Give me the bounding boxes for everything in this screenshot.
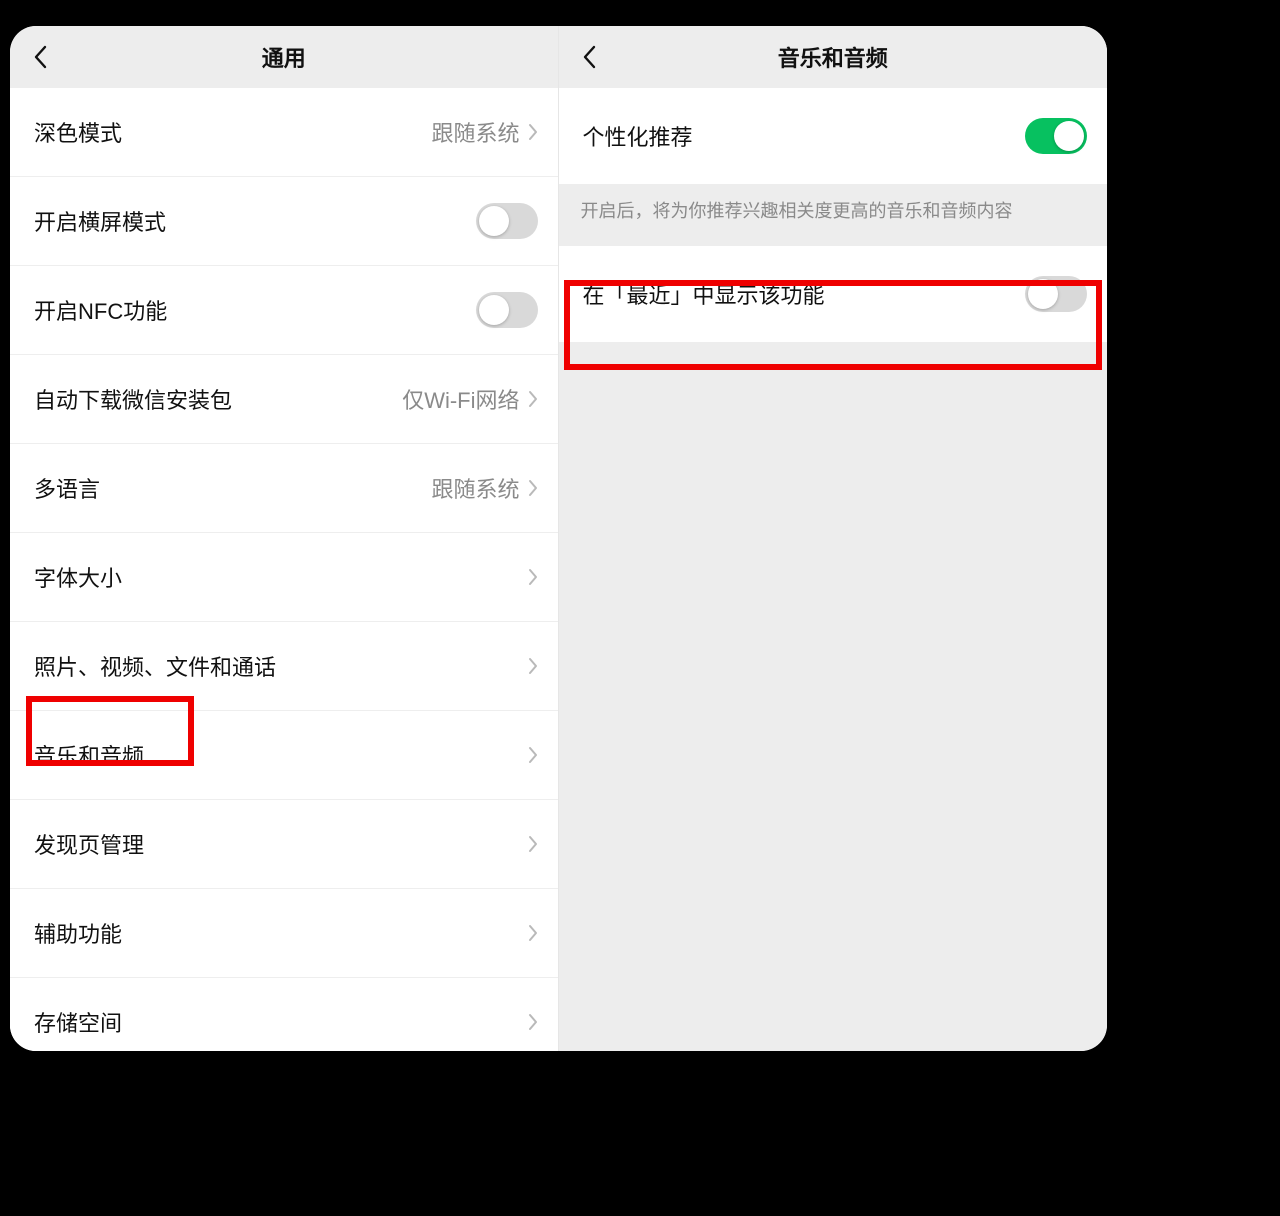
row-font-size[interactable]: 字体大小: [10, 533, 558, 622]
right-group-1: 个性化推荐: [559, 88, 1108, 184]
row-personalize[interactable]: 个性化推荐: [559, 88, 1108, 184]
back-button-left[interactable]: [10, 26, 70, 88]
row-accessibility[interactable]: 辅助功能: [10, 889, 558, 978]
row-value: 仅Wi-Fi网络: [402, 383, 519, 415]
row-language[interactable]: 多语言 跟随系统: [10, 444, 558, 533]
row-label: 自动下载微信安装包: [34, 383, 232, 415]
row-music-audio[interactable]: 音乐和音频: [10, 711, 558, 800]
row-label: 发现页管理: [34, 828, 144, 860]
left-pane: 通用 深色模式 跟随系统 开启横屏模式 开启NFC功能 自动下载微信安装包: [10, 26, 559, 1051]
row-media[interactable]: 照片、视频、文件和通话: [10, 622, 558, 711]
chevron-right-icon: [528, 746, 538, 764]
back-button-right[interactable]: [559, 26, 619, 88]
chevron-right-icon: [528, 479, 538, 497]
row-storage[interactable]: 存储空间: [10, 978, 558, 1051]
right-pane: 音乐和音频 个性化推荐 开启后，将为你推荐兴趣相关度更高的音乐和音频内容 在「最…: [559, 26, 1108, 1051]
row-auto-download[interactable]: 自动下载微信安装包 仅Wi-Fi网络: [10, 355, 558, 444]
row-show-recent[interactable]: 在「最近」中显示该功能: [559, 246, 1108, 342]
row-label: 存储空间: [34, 1006, 122, 1038]
row-label: 深色模式: [34, 116, 122, 148]
chevron-right-icon: [528, 123, 538, 141]
row-landscape[interactable]: 开启横屏模式: [10, 177, 558, 266]
row-nfc[interactable]: 开启NFC功能: [10, 266, 558, 355]
left-list: 深色模式 跟随系统 开启横屏模式 开启NFC功能 自动下载微信安装包 仅Wi-F…: [10, 88, 558, 1051]
toggle-nfc[interactable]: [476, 292, 538, 328]
chevron-right-icon: [528, 924, 538, 942]
row-label: 多语言: [34, 472, 100, 504]
right-header: 音乐和音频: [559, 26, 1108, 88]
chevron-left-icon: [582, 45, 596, 69]
toggle-personalize[interactable]: [1025, 118, 1087, 154]
row-label: 照片、视频、文件和通话: [34, 650, 276, 682]
row-label: 开启横屏模式: [34, 205, 166, 237]
chevron-right-icon: [528, 1013, 538, 1031]
row-label: 开启NFC功能: [34, 294, 167, 326]
toggle-landscape[interactable]: [476, 203, 538, 239]
row-value: 跟随系统: [431, 116, 519, 148]
chevron-left-icon: [33, 45, 47, 69]
right-title: 音乐和音频: [559, 41, 1108, 73]
row-label: 在「最近」中显示该功能: [583, 278, 825, 310]
row-value: 跟随系统: [431, 472, 519, 504]
row-label: 字体大小: [34, 561, 122, 593]
right-group-2: 在「最近」中显示该功能: [559, 246, 1108, 342]
chevron-right-icon: [528, 657, 538, 675]
chevron-right-icon: [528, 835, 538, 853]
chevron-right-icon: [528, 568, 538, 586]
personalize-description: 开启后，将为你推荐兴趣相关度更高的音乐和音频内容: [559, 184, 1108, 246]
left-header: 通用: [10, 26, 558, 88]
row-label: 个性化推荐: [583, 120, 693, 152]
row-label: 音乐和音频: [34, 739, 144, 771]
settings-card: 通用 深色模式 跟随系统 开启横屏模式 开启NFC功能 自动下载微信安装包: [10, 26, 1107, 1051]
left-title: 通用: [10, 41, 558, 73]
chevron-right-icon: [528, 390, 538, 408]
row-discover-manage[interactable]: 发现页管理: [10, 800, 558, 889]
row-dark-mode[interactable]: 深色模式 跟随系统: [10, 88, 558, 177]
toggle-show-recent[interactable]: [1025, 276, 1087, 312]
row-tail: 跟随系统: [431, 116, 537, 148]
row-label: 辅助功能: [34, 917, 122, 949]
